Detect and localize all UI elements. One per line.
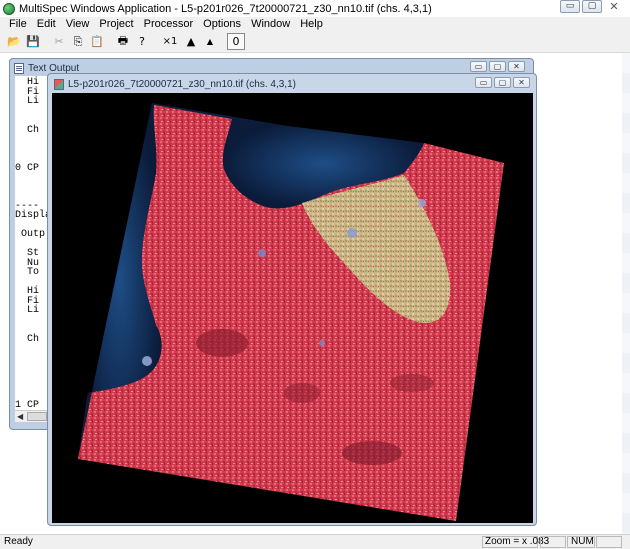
- save-icon[interactable]: 💾: [24, 33, 42, 50]
- image-window-controls: ▭ ▢ ✕: [475, 77, 530, 88]
- status-cell-empty: [540, 536, 566, 548]
- background-window-edge: [622, 53, 630, 534]
- text-output-title: Text Output: [28, 62, 80, 74]
- text-output-line: Outp: [15, 229, 46, 240]
- menu-window[interactable]: Window: [246, 18, 295, 30]
- print-icon[interactable]: 🖶: [114, 33, 132, 50]
- toolbar: 📂 💾 ✂ ⎘ 📋 🖶 ? ×1 ▲ ▲ 0: [0, 31, 630, 53]
- text-output-line: Li: [15, 305, 40, 316]
- mdi-workspace: Text Output ▭ ▢ ✕ Hi Fi Li Ch 0 CP ---- Dis…: [0, 53, 630, 534]
- minimize-button[interactable]: ▭: [560, 0, 580, 13]
- help-icon[interactable]: ?: [133, 33, 151, 50]
- satellite-image: [78, 103, 504, 521]
- text-output-controls: ▭ ▢ ✕: [470, 61, 525, 72]
- app-window-controls: ▭ ▢ ✕: [560, 0, 624, 13]
- text-output-minimize-button[interactable]: ▭: [470, 61, 487, 72]
- menu-processor[interactable]: Processor: [139, 18, 199, 30]
- zoom-in-icon[interactable]: ▲: [182, 33, 200, 50]
- text-output-line: Li: [15, 96, 40, 107]
- image-window-title: L5-p201r026_7t20000721_z30_nn10.tif (chs…: [68, 78, 296, 90]
- zoom-x1-icon[interactable]: ×1: [159, 33, 181, 50]
- menu-file[interactable]: File: [4, 18, 32, 30]
- image-window-titlebar[interactable]: L5-p201r026_7t20000721_z30_nn10.tif (chs…: [54, 77, 296, 91]
- overlay-icon[interactable]: 0: [227, 33, 245, 50]
- status-text: Ready: [4, 536, 33, 547]
- satellite-image-canvas[interactable]: [52, 93, 533, 523]
- close-button[interactable]: ✕: [604, 0, 624, 13]
- menu-options[interactable]: Options: [198, 18, 246, 30]
- paste-icon[interactable]: 📋: [88, 33, 106, 50]
- image-maximize-button[interactable]: ▢: [494, 77, 511, 88]
- zoom-out-icon[interactable]: ▲: [201, 33, 219, 50]
- text-output-line: St: [15, 248, 40, 259]
- num-lock-status: NUM: [567, 536, 595, 548]
- text-output-line: Ch: [15, 333, 40, 345]
- menu-edit[interactable]: Edit: [32, 18, 61, 30]
- cut-icon[interactable]: ✂: [50, 33, 68, 50]
- text-output-line: Hi: [15, 286, 40, 297]
- text-output-line: Ch: [15, 124, 40, 136]
- multispec-app-icon: [3, 2, 15, 15]
- menu-project[interactable]: Project: [94, 18, 138, 30]
- text-output-close-button[interactable]: ✕: [508, 61, 525, 72]
- menu-help[interactable]: Help: [295, 18, 328, 30]
- open-file-icon[interactable]: 📂: [5, 33, 23, 50]
- scroll-thumb[interactable]: [27, 412, 47, 421]
- zoom-status: Zoom = x .083: [482, 536, 549, 548]
- image-close-button[interactable]: ✕: [513, 77, 530, 88]
- status-bar: Ready Zoom = x .083 NUM: [0, 534, 630, 549]
- image-minimize-button[interactable]: ▭: [475, 77, 492, 88]
- text-output-line: 0 CP: [15, 162, 40, 174]
- maximize-button[interactable]: ▢: [582, 0, 602, 13]
- image-window[interactable]: L5-p201r026_7t20000721_z30_nn10.tif (chs…: [47, 73, 537, 526]
- scroll-left-arrow-icon[interactable]: ◀: [17, 412, 23, 421]
- text-output-line: Displa: [15, 210, 52, 221]
- app-titlebar: MultiSpec Windows Application - L5-p201r…: [0, 0, 630, 17]
- text-output-maximize-button[interactable]: ▢: [489, 61, 506, 72]
- menu-bar: File Edit View Project Processor Options…: [0, 17, 630, 31]
- app-title: MultiSpec Windows Application - L5-p201r…: [19, 2, 432, 15]
- text-document-icon: [14, 62, 24, 74]
- text-output-line: 1 CP: [15, 400, 40, 411]
- menu-view[interactable]: View: [61, 18, 95, 30]
- text-output-line: Hi: [15, 77, 40, 88]
- text-output-line: To: [15, 267, 40, 278]
- copy-icon[interactable]: ⎘: [69, 33, 87, 50]
- image-document-icon: [54, 78, 64, 90]
- status-cell-empty: [596, 536, 622, 548]
